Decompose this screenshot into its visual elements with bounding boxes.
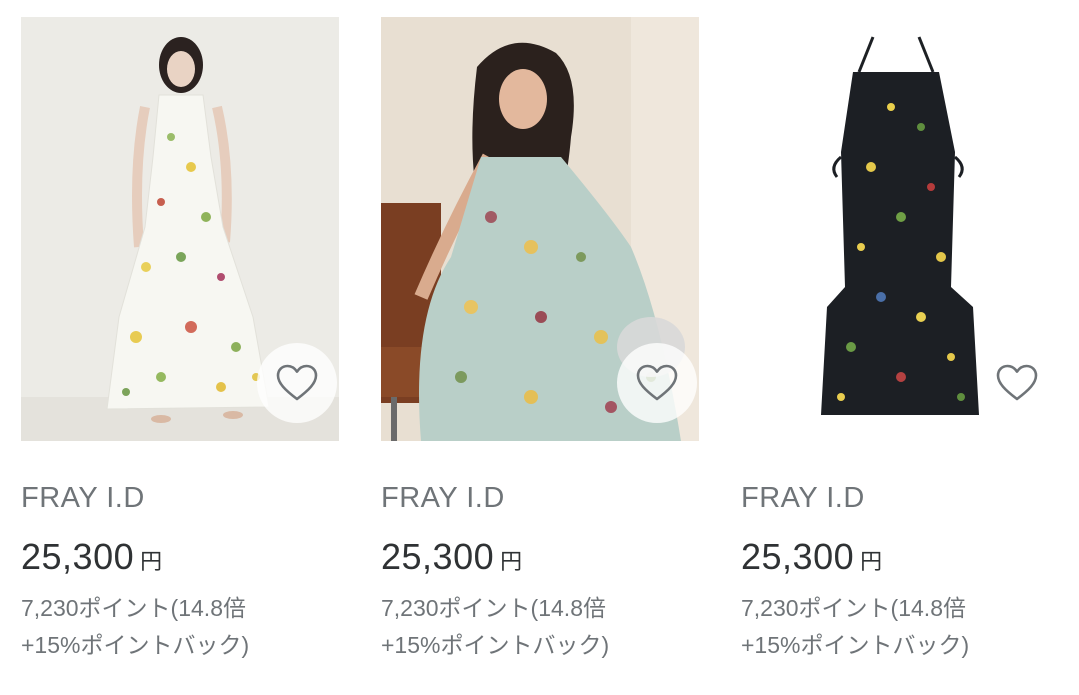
product-price: 25,300 円	[741, 537, 1059, 577]
price-value: 25,300	[741, 536, 855, 577]
product-card[interactable]: FRAY I.D 25,300 円 7,230ポイント(14.8倍 +15%ポイン…	[381, 17, 699, 664]
product-points: 7,230ポイント(14.8倍 +15%ポイントバック)	[21, 590, 339, 664]
product-points: 7,230ポイント(14.8倍 +15%ポイントバック)	[741, 590, 1059, 664]
product-card[interactable]: FRAY I.D 25,300 円 7,230ポイント(14.8倍 +15%ポイン…	[21, 17, 339, 664]
points-line-1: 7,230ポイント(14.8倍	[381, 595, 606, 621]
points-line-1: 7,230ポイント(14.8倍	[741, 595, 966, 621]
heart-outline-icon	[636, 364, 678, 401]
points-line-2: +15%ポイントバック)	[381, 632, 610, 658]
heart-outline-icon	[276, 364, 318, 401]
points-line-2: +15%ポイントバック)	[21, 632, 250, 658]
favorite-button[interactable]	[977, 343, 1057, 423]
favorite-button[interactable]	[617, 343, 697, 423]
price-currency: 円	[140, 549, 163, 574]
points-line-1: 7,230ポイント(14.8倍	[21, 595, 246, 621]
price-value: 25,300	[381, 536, 495, 577]
product-brand[interactable]: FRAY I.D	[21, 481, 339, 515]
price-currency: 円	[500, 549, 523, 574]
product-price: 25,300 円	[21, 537, 339, 577]
product-grid: FRAY I.D 25,300 円 7,230ポイント(14.8倍 +15%ポイン…	[0, 0, 1079, 695]
product-card[interactable]: FRAY I.D 25,300 円 7,230ポイント(14.8倍 +15%ポイン…	[741, 17, 1059, 664]
product-brand[interactable]: FRAY I.D	[381, 481, 699, 515]
product-points: 7,230ポイント(14.8倍 +15%ポイントバック)	[381, 590, 699, 664]
favorite-button[interactable]	[257, 343, 337, 423]
heart-outline-icon	[996, 364, 1038, 401]
price-value: 25,300	[21, 536, 135, 577]
product-price: 25,300 円	[381, 537, 699, 577]
product-image-black-floral-dress[interactable]	[741, 17, 1059, 441]
price-currency: 円	[860, 549, 883, 574]
product-image-mint-floral-dress[interactable]	[381, 17, 699, 441]
product-image-white-floral-dress[interactable]	[21, 17, 339, 441]
product-brand[interactable]: FRAY I.D	[741, 481, 1059, 515]
points-line-2: +15%ポイントバック)	[741, 632, 970, 658]
